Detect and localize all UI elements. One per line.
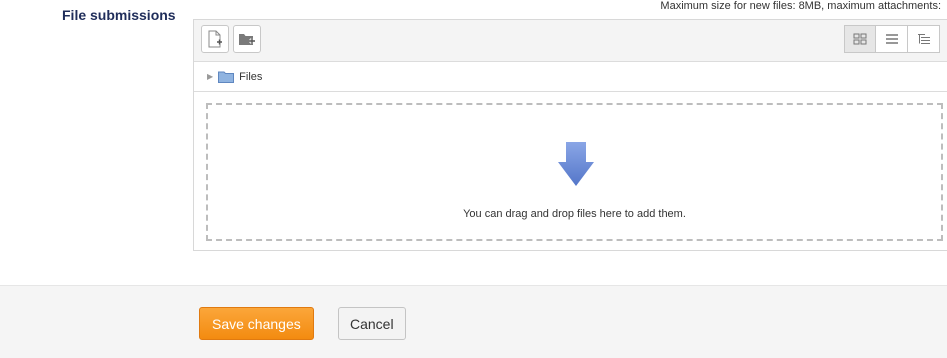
folder-path-bar: ▶ Files xyxy=(194,62,947,92)
save-changes-button[interactable]: Save changes xyxy=(199,307,314,340)
icons-view-icon xyxy=(853,33,867,45)
list-view-button[interactable] xyxy=(876,25,908,53)
assignment-form: File submissions Maximum size for new fi… xyxy=(0,0,947,358)
list-view-icon xyxy=(885,34,898,44)
field-label: File submissions xyxy=(62,7,176,23)
create-folder-button[interactable] xyxy=(233,25,261,53)
folder-label[interactable]: Files xyxy=(239,71,262,83)
tree-view-icon xyxy=(917,34,930,44)
dropzone-message: You can drag and drop files here to add … xyxy=(463,208,686,220)
add-file-button[interactable] xyxy=(201,25,229,53)
add-file-icon xyxy=(208,30,222,48)
file-dropzone[interactable]: You can drag and drop files here to add … xyxy=(206,103,943,241)
upload-limits-text: Maximum size for new files: 8MB, maximum… xyxy=(660,0,941,12)
file-manager-toolbar xyxy=(194,20,947,62)
icons-view-button[interactable] xyxy=(844,25,876,53)
view-mode-group xyxy=(844,25,940,53)
expand-caret-icon[interactable]: ▶ xyxy=(207,72,213,81)
cancel-button[interactable]: Cancel xyxy=(338,307,406,340)
tree-view-button[interactable] xyxy=(908,25,940,53)
folder-icon xyxy=(218,71,235,83)
create-folder-icon xyxy=(239,34,255,45)
file-manager: ▶ Files You can drag and drop files here… xyxy=(193,19,947,251)
form-footer: Save changes Cancel xyxy=(0,285,947,358)
down-arrow-icon xyxy=(558,142,594,186)
